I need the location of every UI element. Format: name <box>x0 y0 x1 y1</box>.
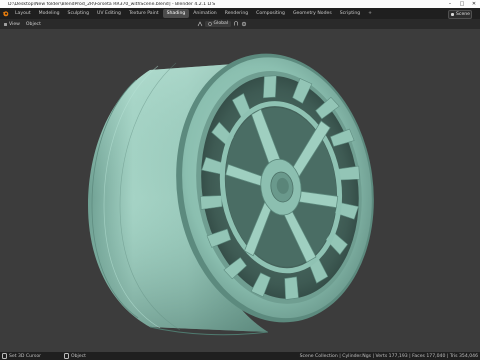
globe-icon <box>208 21 212 26</box>
orientation-dropdown[interactable]: Global <box>205 20 232 27</box>
tab-scripting[interactable]: Scripting <box>336 9 364 18</box>
tab-layout[interactable]: Layout <box>11 9 35 18</box>
tab-modeling[interactable]: Modeling <box>35 9 64 18</box>
status-bar: Set 3D Cursor Object Scene Collection | … <box>0 352 480 360</box>
window-title: D:\Desktop\New folder\BlendProd_2R\Forse… <box>8 1 216 7</box>
status-middle: Object <box>62 353 86 359</box>
status-left-hint: Set 3D Cursor <box>9 353 42 359</box>
close-button[interactable]: ✕ <box>468 1 480 7</box>
snap-icon[interactable] <box>233 20 239 27</box>
add-workspace-button[interactable]: + <box>364 9 376 18</box>
scene-icon <box>451 13 454 16</box>
transform-pivot-icon[interactable] <box>197 20 203 27</box>
viewport-header: View Object Global <box>0 19 480 29</box>
object-menu[interactable]: Object <box>23 22 44 27</box>
window-titlebar: D:\Desktop\New folder\BlendProd_2R\Forse… <box>0 0 480 8</box>
tab-compositing[interactable]: Compositing <box>252 9 289 18</box>
view-menu[interactable]: View <box>2 22 23 27</box>
status-rotate-hint: Object <box>71 353 86 359</box>
orientation-label: Global <box>213 21 229 26</box>
status-left: Set 3D Cursor <box>0 353 41 359</box>
3d-viewport[interactable] <box>0 29 480 352</box>
tab-rendering[interactable]: Rendering <box>221 9 252 18</box>
wheel-render <box>88 53 374 336</box>
tab-uv-editing[interactable]: UV Editing <box>93 9 125 18</box>
tab-texture-paint[interactable]: Texture Paint <box>125 9 163 18</box>
workspace-tabs: Layout Modeling Sculpting UV Editing Tex… <box>11 9 376 18</box>
proportional-edit-icon[interactable] <box>241 21 247 27</box>
tab-shading[interactable]: Shading <box>162 9 190 18</box>
tab-sculpting[interactable]: Sculpting <box>64 9 93 18</box>
blender-logo-icon[interactable] <box>1 10 9 18</box>
window-controls: – □ ✕ <box>444 1 480 7</box>
maximize-button[interactable]: □ <box>456 1 468 7</box>
transform-tools: Global <box>197 20 247 27</box>
scene-statistics: Scene Collection | Cylinder.Ngs | Verts … <box>299 353 478 359</box>
minimize-button[interactable]: – <box>444 1 456 7</box>
tab-animation[interactable]: Animation <box>189 9 220 18</box>
scene-selector[interactable]: Scene <box>448 10 472 19</box>
scene-label: Scene <box>456 12 471 17</box>
workspace-topbar: Layout Modeling Sculpting UV Editing Tex… <box>0 8 480 19</box>
tab-geometry-nodes[interactable]: Geometry Nodes <box>289 9 336 18</box>
